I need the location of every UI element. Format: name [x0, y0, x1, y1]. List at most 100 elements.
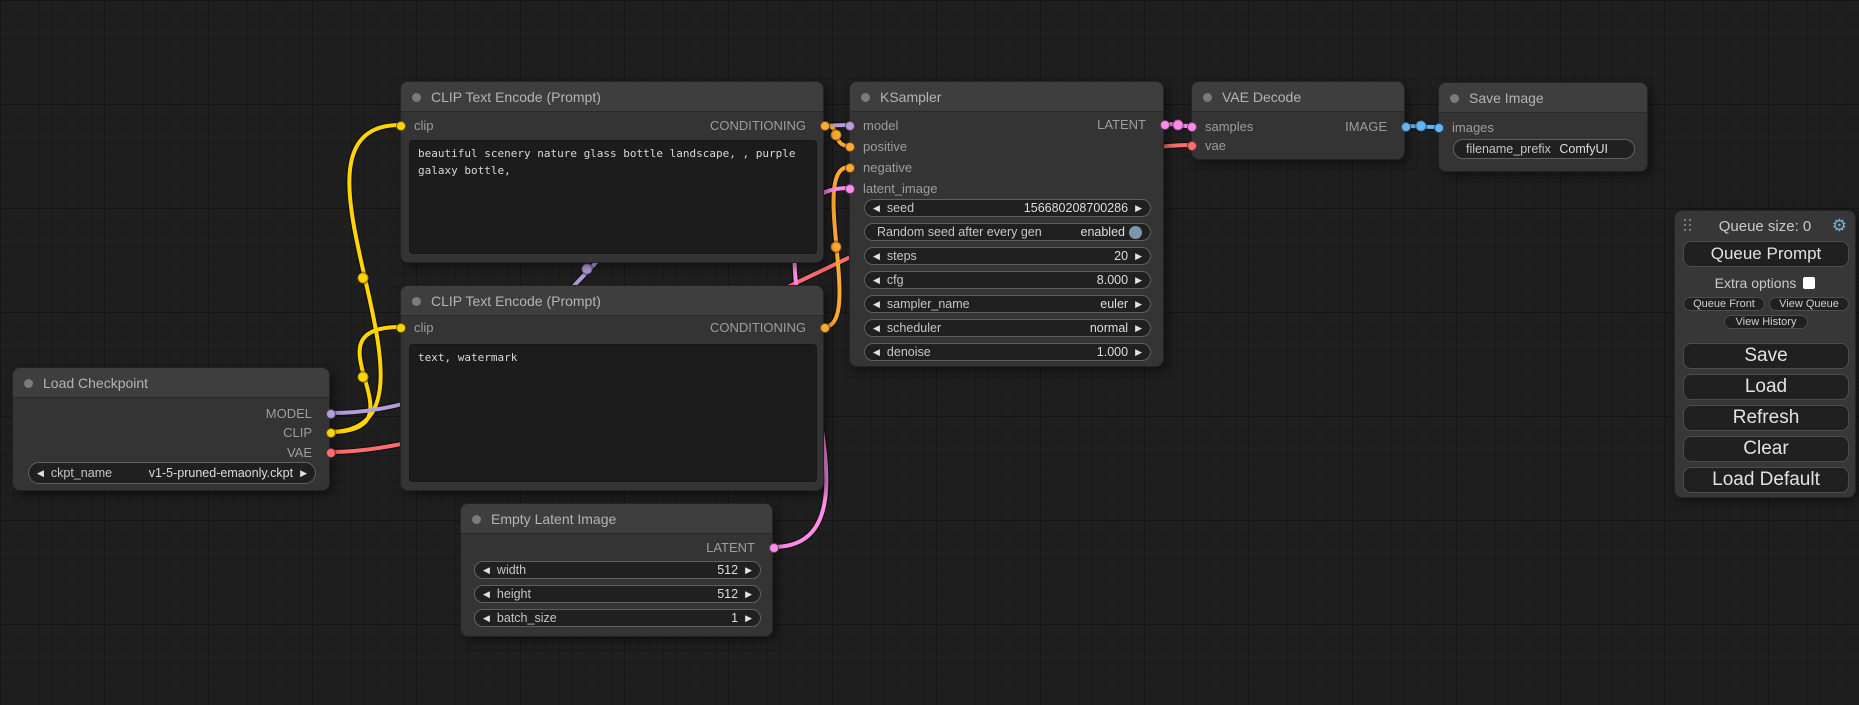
- output-port-vae[interactable]: [326, 448, 336, 458]
- decrement-arrow-icon[interactable]: ◀: [873, 324, 880, 333]
- queue-panel[interactable]: Queue size: 0 ⚙ Queue Prompt Extra optio…: [1674, 210, 1856, 498]
- load-button[interactable]: Load: [1683, 374, 1849, 400]
- widget-label: height: [497, 587, 531, 601]
- node-clip-text-encode-positive[interactable]: CLIP Text Encode (Prompt) clip CONDITION…: [400, 81, 824, 263]
- node-empty-latent-image[interactable]: Empty Latent Image LATENT ◀ width 512 ▶ …: [460, 503, 773, 637]
- output-port-latent[interactable]: [1160, 120, 1170, 130]
- height-widget[interactable]: ◀ height 512 ▶: [474, 585, 761, 603]
- decrement-arrow-icon[interactable]: ◀: [37, 469, 44, 478]
- node-collapse-dot-icon[interactable]: [1450, 94, 1459, 103]
- input-port-positive[interactable]: [845, 142, 855, 152]
- output-port-conditioning[interactable]: [820, 323, 830, 333]
- node-title: VAE Decode: [1222, 89, 1301, 105]
- output-label-latent: LATENT: [706, 538, 755, 558]
- widget-value: 8.000: [1097, 273, 1128, 287]
- input-port-vae[interactable]: [1187, 141, 1197, 151]
- wire-midpoint-dot: [831, 130, 842, 141]
- increment-arrow-icon[interactable]: ▶: [745, 566, 752, 575]
- input-port-images[interactable]: [1434, 123, 1444, 133]
- input-port-negative[interactable]: [845, 163, 855, 173]
- widget-label: Random seed after every gen: [877, 225, 1042, 239]
- queue-front-button[interactable]: Queue Front: [1683, 297, 1765, 311]
- node-load-checkpoint[interactable]: Load Checkpoint MODEL CLIP VAE ◀ ckpt_na…: [12, 367, 330, 491]
- decrement-arrow-icon[interactable]: ◀: [483, 590, 490, 599]
- increment-arrow-icon[interactable]: ▶: [745, 590, 752, 599]
- decrement-arrow-icon[interactable]: ◀: [873, 204, 880, 213]
- output-port-latent[interactable]: [769, 543, 779, 553]
- wire-midpoint-dot: [831, 242, 842, 253]
- seed-widget[interactable]: ◀ seed 156680208700286 ▶: [864, 199, 1151, 217]
- node-collapse-dot-icon[interactable]: [412, 93, 421, 102]
- increment-arrow-icon[interactable]: ▶: [300, 469, 307, 478]
- input-label-latent-image: latent_image: [863, 179, 937, 199]
- input-port-clip[interactable]: [396, 121, 406, 131]
- cfg-widget[interactable]: ◀ cfg 8.000 ▶: [864, 271, 1151, 289]
- node-title: CLIP Text Encode (Prompt): [431, 89, 601, 105]
- widget-value: v1-5-pruned-emaonly.ckpt: [149, 466, 293, 480]
- decrement-arrow-icon[interactable]: ◀: [873, 300, 880, 309]
- node-vae-decode[interactable]: VAE Decode samples vae IMAGE: [1191, 81, 1405, 160]
- widget-value: ComfyUI: [1559, 142, 1608, 156]
- input-port-clip[interactable]: [396, 323, 406, 333]
- input-port-samples[interactable]: [1187, 122, 1197, 132]
- increment-arrow-icon[interactable]: ▶: [1135, 276, 1142, 285]
- ckpt-name-widget[interactable]: ◀ ckpt_name v1-5-pruned-emaonly.ckpt ▶: [28, 462, 316, 484]
- decrement-arrow-icon[interactable]: ◀: [873, 252, 880, 261]
- node-ksampler[interactable]: KSampler model positive negative latent_…: [849, 81, 1164, 367]
- input-port-latent-image[interactable]: [845, 184, 855, 194]
- node-collapse-dot-icon[interactable]: [472, 515, 481, 524]
- decrement-arrow-icon[interactable]: ◀: [873, 348, 880, 357]
- widget-value: 512: [717, 587, 738, 601]
- sampler-name-widget[interactable]: ◀ sampler_name euler ▶: [864, 295, 1151, 313]
- decrement-arrow-icon[interactable]: ◀: [873, 276, 880, 285]
- queue-prompt-button[interactable]: Queue Prompt: [1683, 241, 1849, 267]
- prompt-textarea[interactable]: beautiful scenery nature glass bottle la…: [409, 140, 817, 254]
- input-label-vae: vae: [1205, 136, 1226, 156]
- increment-arrow-icon[interactable]: ▶: [745, 614, 752, 623]
- increment-arrow-icon[interactable]: ▶: [1135, 300, 1142, 309]
- save-button[interactable]: Save: [1683, 343, 1849, 369]
- refresh-button[interactable]: Refresh: [1683, 405, 1849, 431]
- prompt-textarea[interactable]: text, watermark: [409, 344, 817, 482]
- output-port-clip[interactable]: [326, 428, 336, 438]
- increment-arrow-icon[interactable]: ▶: [1135, 204, 1142, 213]
- extra-options-checkbox[interactable]: [1803, 277, 1815, 289]
- input-port-model[interactable]: [845, 121, 855, 131]
- node-save-image[interactable]: Save Image images filename_prefix ComfyU…: [1438, 82, 1648, 172]
- decrement-arrow-icon[interactable]: ◀: [483, 566, 490, 575]
- output-label-vae: VAE: [287, 443, 312, 463]
- widget-value: 1: [731, 611, 738, 625]
- node-collapse-dot-icon[interactable]: [1203, 93, 1212, 102]
- widget-label: steps: [887, 249, 917, 263]
- view-queue-button[interactable]: View Queue: [1769, 297, 1849, 311]
- batch-size-widget[interactable]: ◀ batch_size 1 ▶: [474, 609, 761, 627]
- increment-arrow-icon[interactable]: ▶: [1135, 252, 1142, 261]
- random-seed-toggle-widget[interactable]: Random seed after every gen enabled: [864, 223, 1151, 241]
- increment-arrow-icon[interactable]: ▶: [1135, 348, 1142, 357]
- filename-prefix-widget[interactable]: filename_prefix ComfyUI: [1453, 139, 1635, 159]
- input-label-clip: clip: [414, 318, 434, 338]
- node-collapse-dot-icon[interactable]: [24, 379, 33, 388]
- output-port-image[interactable]: [1401, 122, 1411, 132]
- steps-widget[interactable]: ◀ steps 20 ▶: [864, 247, 1151, 265]
- output-label-image: IMAGE: [1345, 117, 1387, 137]
- node-graph-canvas[interactable]: Load Checkpoint MODEL CLIP VAE ◀ ckpt_na…: [0, 0, 1859, 705]
- scheduler-widget[interactable]: ◀ scheduler normal ▶: [864, 319, 1151, 337]
- gear-icon[interactable]: ⚙: [1832, 216, 1847, 236]
- denoise-widget[interactable]: ◀ denoise 1.000 ▶: [864, 343, 1151, 361]
- output-port-conditioning[interactable]: [820, 121, 830, 131]
- toggle-circle-icon[interactable]: [1129, 226, 1142, 239]
- output-port-model[interactable]: [326, 409, 336, 419]
- load-default-button[interactable]: Load Default: [1683, 467, 1849, 493]
- node-collapse-dot-icon[interactable]: [861, 93, 870, 102]
- node-collapse-dot-icon[interactable]: [412, 297, 421, 306]
- clear-button[interactable]: Clear: [1683, 436, 1849, 462]
- width-widget[interactable]: ◀ width 512 ▶: [474, 561, 761, 579]
- input-label-negative: negative: [863, 158, 912, 178]
- decrement-arrow-icon[interactable]: ◀: [483, 614, 490, 623]
- increment-arrow-icon[interactable]: ▶: [1135, 324, 1142, 333]
- output-label-clip: CLIP: [283, 423, 312, 443]
- input-label-clip: clip: [414, 116, 434, 136]
- view-history-button[interactable]: View History: [1724, 315, 1808, 329]
- node-clip-text-encode-negative[interactable]: CLIP Text Encode (Prompt) clip CONDITION…: [400, 285, 824, 491]
